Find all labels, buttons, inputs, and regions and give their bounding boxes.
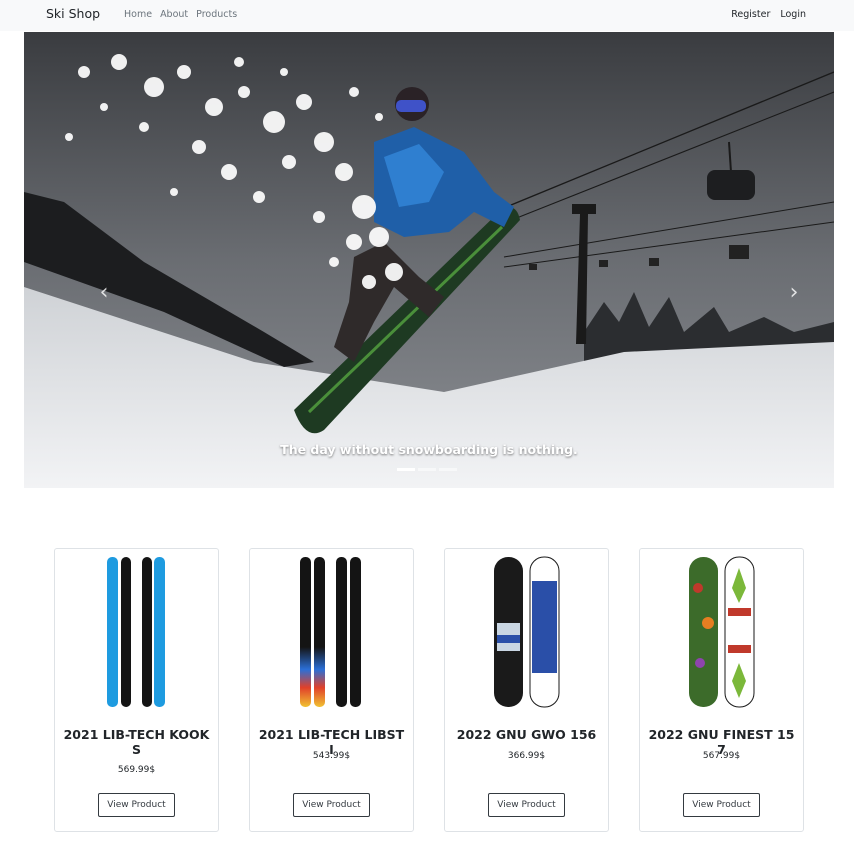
register-link[interactable]: Register [731, 9, 770, 20]
nav-products-link[interactable]: Products [196, 9, 237, 20]
product-card: 2021 LIB-TECH KOOKS 569.99$ View Product [54, 548, 219, 832]
product-title: 2022 GNU GWO 156 [456, 727, 597, 742]
nav-links: Home About Products [124, 9, 237, 20]
view-product-button[interactable]: View Product [98, 793, 175, 817]
product-card: 2022 GNU FINEST 157 567.99$ View Product [639, 548, 804, 832]
carousel-indicator-2[interactable] [418, 468, 436, 471]
nav-about-link[interactable]: About [160, 9, 188, 20]
brand-link[interactable]: Ski Shop [46, 6, 100, 21]
chevron-left-icon: ‹ [99, 279, 109, 305]
product-price: 543.99$ [312, 751, 351, 761]
nav-auth-links: Register Login [731, 9, 806, 20]
product-image [640, 553, 803, 709]
product-price: 569.99$ [117, 765, 156, 775]
login-link[interactable]: Login [780, 9, 806, 20]
view-product-button[interactable]: View Product [293, 793, 370, 817]
carousel-indicator-1[interactable] [397, 468, 415, 471]
product-price: 366.99$ [507, 751, 546, 761]
product-image [55, 553, 218, 709]
hero-carousel: ‹ › The day without snowboarding is noth… [24, 32, 834, 488]
view-product-button[interactable]: View Product [488, 793, 565, 817]
product-image [250, 553, 413, 709]
product-image [445, 553, 608, 709]
product-title: 2021 LIB-TECH KOOKS [63, 727, 210, 757]
carousel-next-button[interactable]: › [784, 272, 804, 312]
product-card: 2022 GNU GWO 156 366.99$ View Product [444, 548, 609, 832]
carousel-caption: The day without snowboarding is nothing. [280, 442, 578, 457]
carousel-prev-button[interactable]: ‹ [94, 272, 114, 312]
view-product-button[interactable]: View Product [683, 793, 760, 817]
product-card: 2021 LIB-TECH LIBSTI 543.99$ View Produc… [249, 548, 414, 832]
carousel-indicator-3[interactable] [439, 468, 457, 471]
navbar: Ski Shop Home About Products Register Lo… [0, 0, 854, 31]
hero-snowboarder-image [24, 32, 834, 488]
carousel-indicators [397, 468, 457, 471]
product-price: 567.99$ [702, 751, 741, 761]
nav-home-link[interactable]: Home [124, 9, 152, 20]
chevron-right-icon: › [789, 279, 799, 305]
